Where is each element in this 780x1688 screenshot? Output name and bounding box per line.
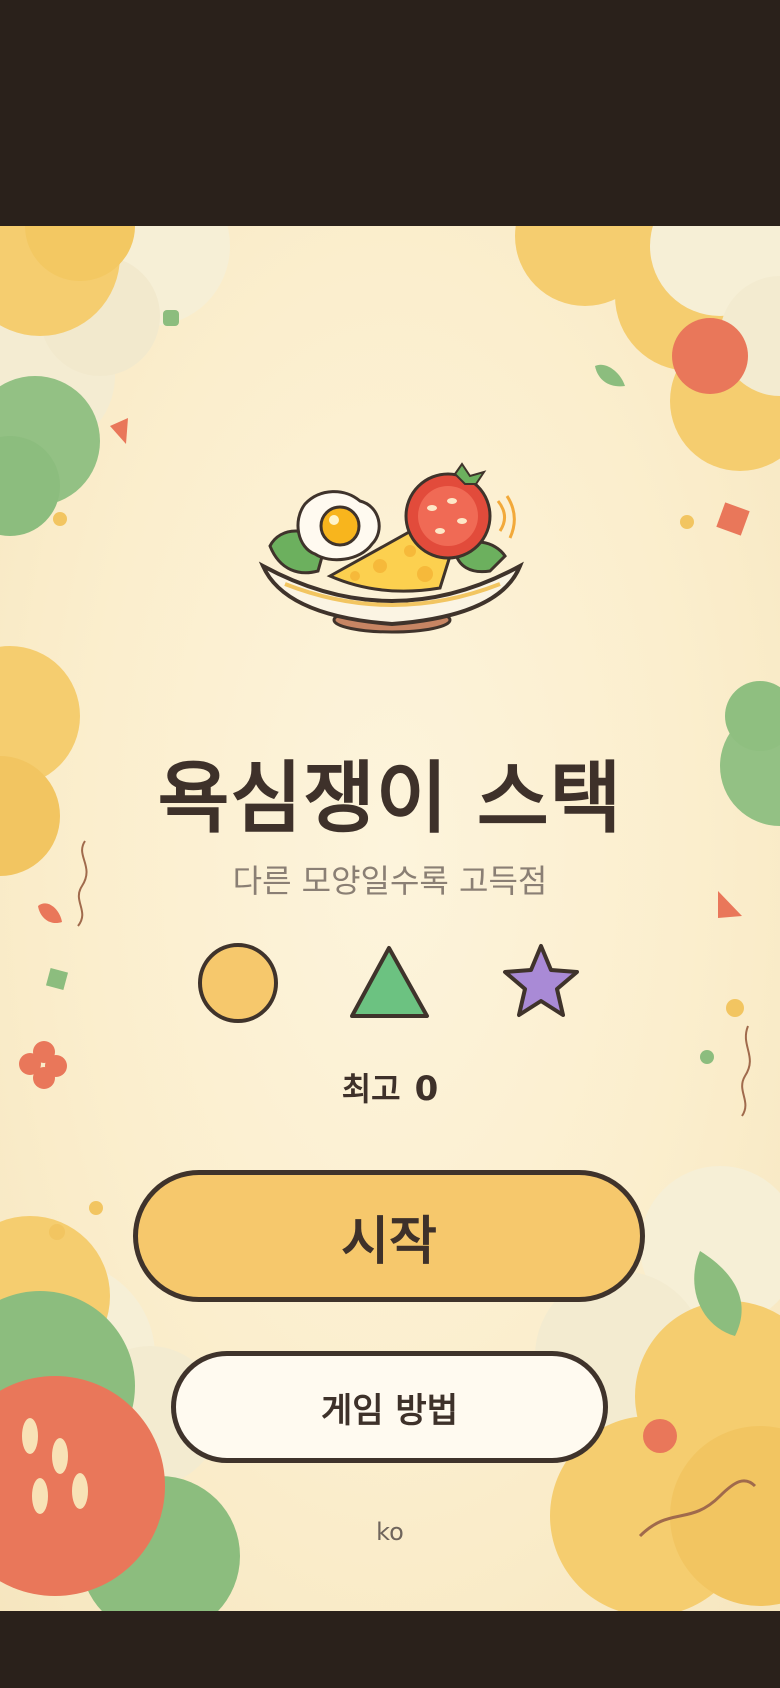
how-to-play-label: 게임 방법 <box>321 1390 458 1431</box>
best-score-label: 최고 <box>341 1070 401 1108</box>
start-button-label: 시작 <box>341 1211 437 1272</box>
triangle-icon <box>350 946 429 1018</box>
bottom-letterbox <box>0 1611 780 1688</box>
top-letterbox <box>0 0 780 226</box>
language-toggle[interactable]: ko <box>0 1518 780 1546</box>
start-button[interactable]: 시작 <box>133 1170 645 1302</box>
best-score-value: 0 <box>414 1069 439 1109</box>
best-score: 최고 0 <box>0 1064 780 1110</box>
title-screen: 욕심쟁이 스택 다른 모양일수록 고득점 최고 0 시작 게임 방법 ko <box>0 226 780 1611</box>
star-icon <box>503 944 579 1017</box>
circle-icon <box>198 943 278 1023</box>
how-to-play-button[interactable]: 게임 방법 <box>171 1351 608 1463</box>
